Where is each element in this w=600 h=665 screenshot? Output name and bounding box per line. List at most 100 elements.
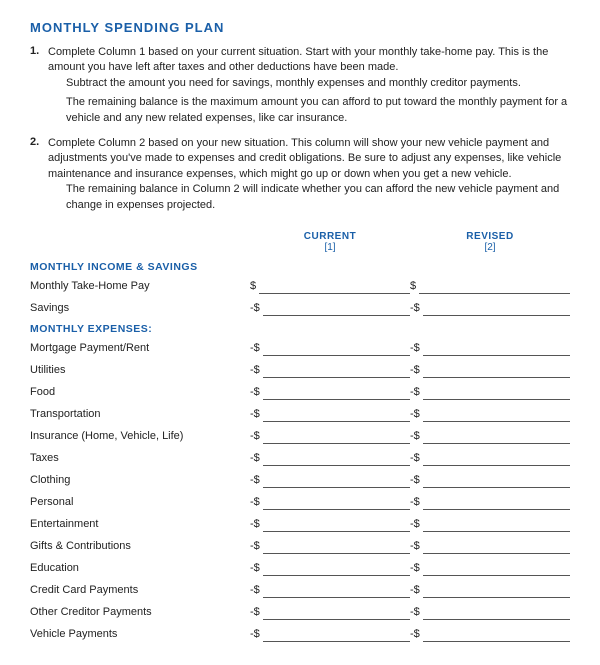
neg-dollar: -$ <box>410 562 420 574</box>
current-utilities-input[interactable] <box>263 362 410 378</box>
input-current-savings[interactable]: -$ <box>250 300 410 316</box>
label-personal: Personal <box>30 496 250 508</box>
current-insurance-input[interactable] <box>263 428 410 444</box>
row-gifts: Gifts & Contributions -$ -$ <box>30 535 570 557</box>
neg-dollar: -$ <box>250 606 260 618</box>
revised-take-home-pay-input[interactable] <box>419 278 570 294</box>
instructions-section: 1. Complete Column 1 based on your curre… <box>30 45 570 217</box>
input-current-take-home-pay[interactable]: $ <box>250 278 410 294</box>
revised-education-input[interactable] <box>423 560 570 576</box>
current-vehicle-payments-input[interactable] <box>263 626 410 642</box>
instruction-2: 2. Complete Column 2 based on your new s… <box>30 136 570 217</box>
neg-dollar: -$ <box>250 474 260 486</box>
label-mortgage: Mortgage Payment/Rent <box>30 342 250 354</box>
revised-utilities-input[interactable] <box>423 362 570 378</box>
neg-dollar: -$ <box>410 496 420 508</box>
current-education-input[interactable] <box>263 560 410 576</box>
label-vehicle-payments: Vehicle Payments <box>30 628 250 640</box>
neg-dollar: -$ <box>250 628 260 640</box>
revised-credit-card-input[interactable] <box>423 582 570 598</box>
neg-dollar: -$ <box>250 518 260 530</box>
dollar-sign: $ <box>250 280 256 292</box>
current-food-input[interactable] <box>263 384 410 400</box>
revised-clothing-input[interactable] <box>423 472 570 488</box>
table-header: Current [1] Revised [2] <box>30 231 570 253</box>
section-income-savings-header: Monthly Income & Savings <box>30 257 570 275</box>
row-utilities: Utilities -$ -$ <box>30 359 570 381</box>
negative-dollar-sign: -$ <box>250 302 260 314</box>
row-entertainment: Entertainment -$ -$ <box>30 513 570 535</box>
row-clothing: Clothing -$ -$ <box>30 469 570 491</box>
dollar-sign: $ <box>410 280 416 292</box>
neg-dollar: -$ <box>410 386 420 398</box>
instruction-2-p1: Complete Column 2 based on your new situ… <box>48 136 570 182</box>
row-credit-card: Credit Card Payments -$ -$ <box>30 579 570 601</box>
instruction-2-p2: The remaining balance in Column 2 will i… <box>66 182 570 213</box>
instruction-1-number: 1. <box>30 45 42 130</box>
neg-dollar: -$ <box>250 496 260 508</box>
row-savings: Savings -$ -$ <box>30 297 570 319</box>
spending-table: Current [1] Revised [2] Monthly Income &… <box>30 231 570 645</box>
neg-dollar: -$ <box>410 474 420 486</box>
neg-dollar: -$ <box>410 408 420 420</box>
neg-dollar: -$ <box>410 540 420 552</box>
label-taxes: Taxes <box>30 452 250 464</box>
page-title: Monthly Spending Plan <box>30 20 570 35</box>
neg-dollar: -$ <box>410 518 420 530</box>
row-transportation: Transportation -$ -$ <box>30 403 570 425</box>
current-savings-input[interactable] <box>263 300 410 316</box>
revised-taxes-input[interactable] <box>423 450 570 466</box>
neg-dollar: -$ <box>250 452 260 464</box>
section-monthly-expenses-header: Monthly Expenses: <box>30 319 570 337</box>
revised-transportation-input[interactable] <box>423 406 570 422</box>
current-other-creditor-input[interactable] <box>263 604 410 620</box>
label-utilities: Utilities <box>30 364 250 376</box>
current-credit-card-input[interactable] <box>263 582 410 598</box>
revised-vehicle-payments-input[interactable] <box>423 626 570 642</box>
neg-dollar: -$ <box>250 408 260 420</box>
revised-food-input[interactable] <box>423 384 570 400</box>
revised-other-creditor-input[interactable] <box>423 604 570 620</box>
label-take-home-pay: Monthly Take-Home Pay <box>30 280 250 292</box>
label-education: Education <box>30 562 250 574</box>
neg-dollar: -$ <box>250 584 260 596</box>
neg-dollar: -$ <box>410 584 420 596</box>
row-food: Food -$ -$ <box>30 381 570 403</box>
label-transportation: Transportation <box>30 408 250 420</box>
neg-dollar: -$ <box>410 364 420 376</box>
input-revised-take-home-pay[interactable]: $ <box>410 278 570 294</box>
neg-dollar: -$ <box>410 452 420 464</box>
instruction-1-p1: Complete Column 1 based on your current … <box>48 45 570 76</box>
label-credit-card: Credit Card Payments <box>30 584 250 596</box>
neg-dollar: -$ <box>410 606 420 618</box>
label-food: Food <box>30 386 250 398</box>
revised-insurance-input[interactable] <box>423 428 570 444</box>
current-mortgage-input[interactable] <box>263 340 410 356</box>
neg-dollar: -$ <box>250 342 260 354</box>
current-entertainment-input[interactable] <box>263 516 410 532</box>
revised-gifts-input[interactable] <box>423 538 570 554</box>
neg-dollar: -$ <box>250 562 260 574</box>
instruction-2-number: 2. <box>30 136 42 217</box>
current-take-home-pay-input[interactable] <box>259 278 410 294</box>
neg-dollar: -$ <box>250 540 260 552</box>
current-transportation-input[interactable] <box>263 406 410 422</box>
input-revised-savings[interactable]: -$ <box>410 300 570 316</box>
revised-personal-input[interactable] <box>423 494 570 510</box>
revised-entertainment-input[interactable] <box>423 516 570 532</box>
neg-dollar: -$ <box>410 628 420 640</box>
current-column-header: Current [1] <box>250 231 410 253</box>
current-personal-input[interactable] <box>263 494 410 510</box>
neg-dollar: -$ <box>250 430 260 442</box>
neg-dollar: -$ <box>410 342 420 354</box>
current-taxes-input[interactable] <box>263 450 410 466</box>
label-insurance: Insurance (Home, Vehicle, Life) <box>30 430 250 442</box>
label-gifts: Gifts & Contributions <box>30 540 250 552</box>
revised-column-header: Revised [2] <box>410 231 570 253</box>
current-clothing-input[interactable] <box>263 472 410 488</box>
neg-dollar: -$ <box>410 430 420 442</box>
revised-mortgage-input[interactable] <box>423 340 570 356</box>
current-gifts-input[interactable] <box>263 538 410 554</box>
row-insurance: Insurance (Home, Vehicle, Life) -$ -$ <box>30 425 570 447</box>
revised-savings-input[interactable] <box>423 300 570 316</box>
